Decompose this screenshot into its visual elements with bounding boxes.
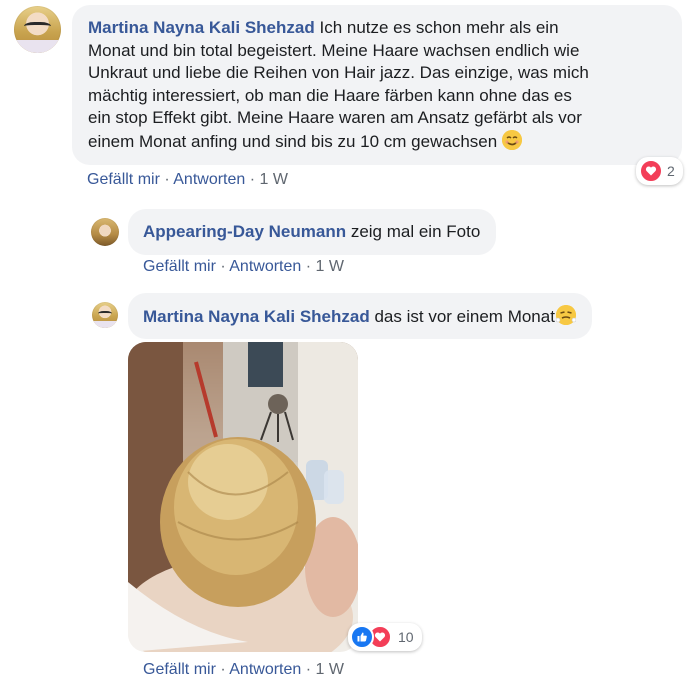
comment-author[interactable]: Martina Nayna Kali Shehzad (88, 18, 315, 37)
comment-bubble: Appearing-Day Neumann zeig mal ein Foto (128, 209, 497, 255)
comment-line: mächtig interessiert, ob man die Haare f… (88, 85, 572, 105)
separator: · (305, 258, 312, 275)
comment-line: Monat und bin total begeistert. Meine Ha… (88, 40, 580, 60)
photo-illustration (128, 342, 358, 652)
comment-line: Unkraut und liebe die Reihen von Hair ja… (88, 63, 589, 82)
comment-line: ein stop Effekt gibt. Meine Haare waren … (88, 108, 582, 127)
separator: · (220, 661, 226, 678)
comment-text: zeig mal ein Foto (350, 222, 481, 241)
like-reaction-icon (350, 625, 374, 649)
like-link[interactable]: Gefällt mir (143, 258, 216, 275)
reply-link[interactable]: Antworten (173, 171, 245, 188)
reaction-summary[interactable]: 2 (636, 157, 683, 185)
reaction-summary[interactable]: 10 (348, 623, 422, 651)
separator: · (164, 171, 170, 188)
timestamp[interactable]: 1 W (316, 661, 344, 678)
comment-actions: Gefällt mir · Antworten · 1 W (143, 258, 344, 276)
reaction-count: 2 (667, 163, 675, 179)
smiling-face-emoji (501, 129, 522, 150)
comment-bubble: Martina Nayna Kali Shehzad das ist vor e… (128, 293, 592, 339)
triumph-face-emoji (555, 305, 576, 325)
comment-author[interactable]: Martina Nayna Kali Shehzad (143, 307, 370, 326)
avatar-shirt (92, 320, 118, 328)
avatar[interactable] (91, 218, 119, 246)
timestamp[interactable]: 1 W (316, 258, 344, 275)
reply-link[interactable]: Antworten (229, 258, 301, 275)
like-link[interactable]: Gefällt mir (87, 171, 160, 188)
separator: · (249, 171, 256, 188)
comment-text: Martina Nayna Kali Shehzad Ich nutze es … (88, 17, 682, 153)
comment-line: Ich nutze es schon mehr als ein (319, 18, 559, 37)
glasses-icon (97, 310, 113, 317)
reaction-count: 10 (398, 629, 414, 645)
comment-actions: Gefällt mir · Antworten · 1 W (87, 171, 288, 189)
comment-text: das ist vor einem Monat (374, 307, 555, 326)
avatar[interactable] (14, 6, 61, 53)
avatar[interactable] (92, 302, 118, 328)
like-link[interactable]: Gefällt mir (143, 661, 216, 678)
comment-bubble: Martina Nayna Kali Shehzad Ich nutze es … (72, 5, 682, 165)
comment-actions: Gefällt mir · Antworten · 1 W (143, 661, 344, 679)
comment-author[interactable]: Appearing-Day Neumann (143, 222, 346, 241)
comment-photo[interactable] (128, 342, 358, 652)
comment-line: einem Monat anfing und sind bis zu 10 cm… (88, 131, 498, 151)
separator: · (305, 661, 312, 678)
heart-reaction-icon (639, 159, 663, 183)
timestamp[interactable]: 1 W (260, 171, 288, 188)
glasses-icon (24, 21, 51, 33)
avatar-shirt (14, 39, 61, 53)
separator: · (220, 258, 226, 275)
reply-link[interactable]: Antworten (229, 661, 301, 678)
